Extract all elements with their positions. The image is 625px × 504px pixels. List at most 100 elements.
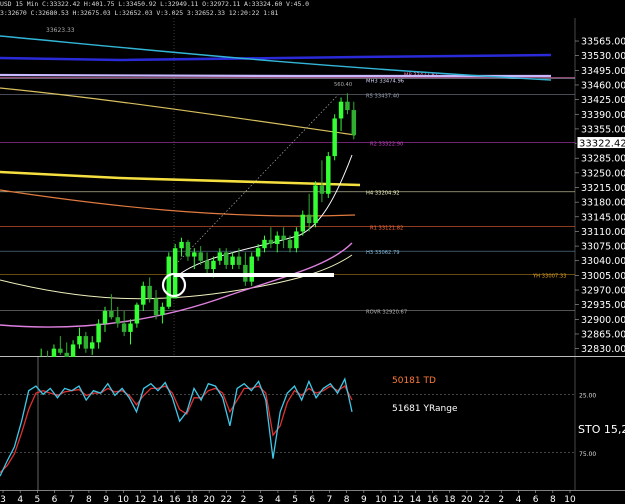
candle-body (287, 239, 293, 249)
candle-body (236, 256, 242, 265)
peak-label: 33623.33 (46, 27, 75, 34)
time-tick-label: 7 (69, 495, 75, 504)
candle-body (294, 231, 299, 249)
time-tick-label: 14 (410, 495, 422, 504)
level-label-mh3: MH3 33474.96 (366, 79, 404, 85)
candle-body (345, 101, 350, 111)
y-tick-label: 33565.00 (581, 37, 625, 48)
blue-ma-line (0, 53, 552, 62)
y-tick-label: 32970.00 (581, 286, 625, 297)
candle-body (89, 342, 95, 349)
level-label-yh: YH 33007.33 (532, 273, 566, 279)
candle-body (351, 110, 357, 136)
time-tick-label: 10 (375, 495, 387, 504)
y-tick-label: 33075.00 (581, 242, 625, 253)
candle-body (192, 252, 197, 257)
td-annotation: 50181 TD (392, 376, 436, 386)
stochastic-chart: 25.00 75.00 STO 15,2 50181 TD 51681 YRange (0, 357, 625, 490)
y-tick-label: 33145.00 (581, 212, 625, 223)
y-tick-label: 32830.00 (581, 344, 625, 355)
time-tick-label: 3 (258, 495, 264, 504)
y-tick-label: 33495.00 (581, 66, 625, 77)
level-label-h3: H3 33062.79 (366, 250, 400, 256)
time-tick-label: 3 (0, 495, 6, 504)
candle-body (275, 235, 280, 244)
candle-body (268, 239, 274, 244)
candle-body (223, 252, 229, 265)
y-tick-label: 33005.00 (581, 271, 625, 282)
yellow-curve-line (0, 87, 356, 136)
time-tick-label: 22 (221, 495, 232, 504)
time-tick-label: 4 (275, 495, 281, 504)
candle-body (115, 317, 120, 324)
y-tick-label: 33250.00 (581, 168, 625, 179)
time-tick-label: 2 (498, 495, 504, 504)
y-tick-label: 33530.00 (581, 51, 625, 62)
time-tick-label: 6 (309, 495, 315, 504)
candle-body (96, 323, 101, 343)
candle-body (338, 101, 344, 119)
level-label-r5: R5 33437.40 (366, 93, 399, 99)
candle-body (128, 323, 133, 332)
time-tick-label: 20 (203, 495, 215, 504)
time-tick-label: 14 (152, 495, 164, 504)
candle-body (160, 306, 165, 316)
candle-body (230, 256, 235, 265)
current-price-label: 33322.42 (579, 139, 625, 150)
candle-body (255, 248, 261, 257)
time-tick-label: 6 (52, 495, 58, 504)
y-tick-label: 33040.00 (581, 256, 625, 267)
high-label: 560.40 (334, 82, 352, 88)
candle-body (121, 323, 127, 332)
level-label-r2: R2 33322.90 (370, 141, 403, 147)
candle-body (58, 348, 63, 353)
trend-line (177, 94, 339, 263)
candle-body (70, 344, 76, 357)
time-tick-label: 12 (392, 495, 403, 504)
time-axis: 3 4 5 6 7 8 9 10 12 14 16 18 20 22 2 3 4 5 6 7 8 9 10 12 14 16 18 2… (0, 490, 625, 504)
candle-body (166, 256, 172, 307)
sto-d-line (0, 385, 353, 474)
candle-body (306, 214, 312, 224)
time-tick-label: 5 (34, 495, 40, 504)
y-tick-label: 32900.00 (581, 315, 625, 326)
candle-body (211, 260, 216, 270)
time-tick-label: 8 (86, 495, 92, 504)
time-tick-label: 16 (169, 495, 181, 504)
sto-tick-label: 75.00 (579, 451, 596, 458)
y-tick-label: 33180.00 (581, 198, 625, 209)
y-tick-label: 33110.00 (581, 227, 625, 238)
candle-body (249, 256, 254, 282)
time-tick-label: 20 (461, 495, 473, 504)
candle-body (262, 239, 267, 249)
candle-body (83, 336, 89, 349)
candle-body (102, 310, 108, 324)
time-tick-label: 5 (292, 495, 298, 504)
y-tick-label: 33460.00 (581, 80, 625, 91)
time-tick-label: 12 (135, 495, 146, 504)
y-tick-label: 33285.00 (581, 154, 625, 165)
candle-body (217, 252, 223, 261)
chart-window: USD 15 Min C:33322.42 H:401.75 L:33450.9… (0, 0, 625, 504)
candle-body (198, 252, 203, 261)
candle-body (332, 118, 337, 157)
candle-body (281, 235, 286, 240)
time-tick-label: 9 (103, 495, 109, 504)
time-tick-label: 7 (327, 495, 333, 504)
time-tick-label: 10 (564, 495, 576, 504)
time-tick-label: 18 (444, 495, 456, 504)
y-tick-label: 33390.00 (581, 110, 625, 121)
time-tick-label: 6 (533, 495, 539, 504)
time-tick-label: 10 (118, 495, 130, 504)
time-tick-label: 8 (344, 495, 350, 504)
orange-ma-line (0, 189, 356, 217)
time-tick-label: 18 (186, 495, 198, 504)
candle-body (313, 185, 318, 224)
time-tick-label: 16 (427, 495, 439, 504)
y-tick-label: 33425.00 (581, 95, 625, 106)
yellow-ma-line (0, 170, 361, 187)
time-tick-label: 9 (361, 495, 367, 504)
candle-body (319, 185, 325, 194)
candle-body (300, 214, 306, 232)
sto-tick-label: 25.00 (579, 392, 596, 399)
